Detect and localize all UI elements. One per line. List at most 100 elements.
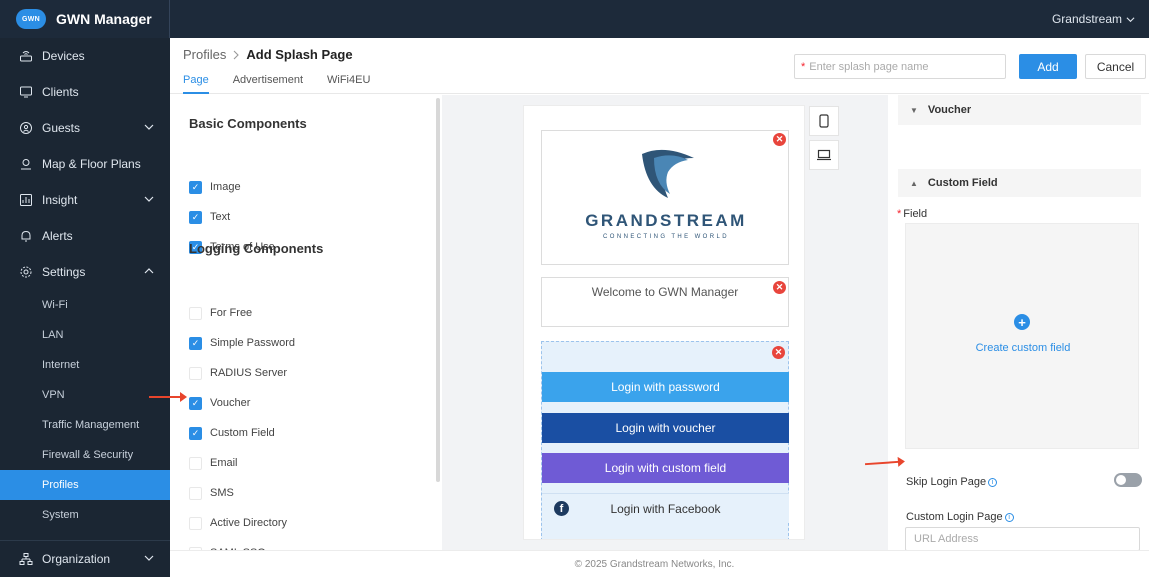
checkbox-label: SMS [210, 487, 234, 499]
sidebar-item-guests[interactable]: Guests [0, 110, 170, 146]
add-button[interactable]: Add [1019, 54, 1077, 79]
skip-login-label: Skip Login Page i [906, 476, 998, 488]
login-voucher-button[interactable]: Login with voucher [542, 413, 789, 443]
sidebar-item-insight[interactable]: Insight [0, 182, 170, 218]
checkbox-label: Email [210, 457, 238, 469]
toggle-knob [1116, 475, 1126, 485]
annotation-arrow [149, 392, 187, 402]
sidebar-sub-traffic[interactable]: Traffic Management [0, 410, 170, 440]
sidebar-sub-wifi[interactable]: Wi-Fi [0, 290, 170, 320]
checkbox-label: For Free [210, 307, 253, 319]
component-checkbox-email[interactable]: Email [189, 455, 238, 471]
sidebar-sub-system[interactable]: System [0, 500, 170, 530]
sidebar-sub-internet[interactable]: Internet [0, 350, 170, 380]
sidebar-sub-vpn[interactable]: VPN [0, 380, 170, 410]
plus-icon[interactable]: + [1014, 314, 1030, 330]
component-checkbox-simple-password[interactable]: ✓ Simple Password [189, 335, 295, 351]
checkbox-checked-icon[interactable]: ✓ [189, 180, 202, 194]
sidebar-sub-lan[interactable]: LAN [0, 320, 170, 350]
image-block[interactable]: ✕ GRANDSTREAM CONNECTING THE WORLD [541, 130, 789, 265]
checkbox-unchecked-icon[interactable] [189, 366, 202, 380]
preview-area: ✕ GRANDSTREAM CONNECTING THE WORLD Welco… [442, 95, 888, 550]
splash-name-field[interactable]: * [794, 54, 1006, 79]
login-facebook-button[interactable]: f Login with Facebook [542, 493, 789, 523]
chevron-down-icon [144, 555, 154, 561]
desktop-view-button[interactable] [809, 140, 839, 170]
logo-area[interactable]: GWN GWN Manager [0, 0, 170, 38]
tab-wifi4eu[interactable]: WiFi4EU [327, 74, 370, 94]
component-checkbox-text[interactable]: ✓ Text [189, 209, 230, 225]
login-custom-button[interactable]: Login with custom field [542, 453, 789, 483]
sidebar-item-clients[interactable]: Clients [0, 74, 170, 110]
page-tabs: Page Advertisement WiFi4EU [183, 74, 394, 94]
sidebar-item-devices[interactable]: Devices [0, 38, 170, 74]
chevron-down-icon [1126, 16, 1135, 22]
tab-advertisement[interactable]: Advertisement [233, 74, 303, 94]
router-icon [18, 48, 34, 64]
create-custom-field-link[interactable]: Create custom field [906, 342, 1140, 354]
remove-login-icon[interactable]: ✕ [772, 346, 785, 359]
sidebar-item-organization[interactable]: Organization [0, 541, 170, 577]
splash-name-input[interactable] [809, 60, 990, 73]
remove-image-icon[interactable]: ✕ [773, 133, 786, 146]
grandstream-logo-icon [642, 149, 694, 198]
voucher-section-title: Voucher [927, 104, 972, 116]
breadcrumb-parent[interactable]: Profiles [183, 47, 226, 62]
checkbox-unchecked-icon[interactable] [189, 516, 202, 530]
page-header: Profiles Add Splash Page Page Advertisem… [170, 38, 1149, 94]
checkbox-checked-icon[interactable]: ✓ [189, 426, 202, 440]
brand-tagline: CONNECTING THE WORLD [603, 234, 729, 240]
cancel-button[interactable]: Cancel [1085, 54, 1146, 79]
component-checkbox-custom-field[interactable]: ✓ Custom Field [189, 425, 275, 441]
sidebar-item-label: Guests [42, 121, 81, 135]
checkbox-unchecked-icon[interactable] [189, 306, 202, 320]
checkbox-unchecked-icon[interactable] [189, 456, 202, 470]
checkbox-label: Voucher [210, 397, 251, 409]
wifi-person-icon [18, 120, 34, 136]
brand-name: GRANDSTREAM [585, 211, 747, 230]
checkbox-checked-icon[interactable]: ✓ [189, 210, 202, 224]
checkbox-checked-icon[interactable]: ✓ [189, 396, 202, 410]
info-icon[interactable]: i [1004, 513, 1014, 522]
skip-login-toggle[interactable] [1114, 473, 1142, 487]
sidebar-sub-firewall[interactable]: Firewall & Security [0, 440, 170, 470]
sidebar-sub-profiles[interactable]: Profiles [0, 470, 170, 500]
checkbox-unchecked-icon[interactable] [189, 486, 202, 500]
required-marker: * [801, 60, 806, 73]
login-facebook-label: Login with Facebook [610, 501, 721, 516]
sidebar-item-settings[interactable]: Settings [0, 254, 170, 290]
custom-field-section-header[interactable]: ▲ Custom Field [898, 169, 1141, 197]
login-password-button[interactable]: Login with password [542, 372, 789, 402]
remove-text-icon[interactable]: ✕ [773, 281, 786, 294]
sidebar-item-alerts[interactable]: Alerts [0, 218, 170, 254]
custom-login-url-input[interactable] [905, 527, 1140, 550]
checkbox-label: Active Directory [210, 517, 288, 529]
map-pin-icon [18, 156, 34, 172]
voucher-section-header[interactable]: ▼ Voucher [898, 95, 1141, 125]
main-content: Profiles Add Splash Page Page Advertisem… [170, 38, 1149, 577]
component-checkbox-image[interactable]: ✓ Image [189, 179, 241, 195]
sidebar-item-map[interactable]: Map & Floor Plans [0, 146, 170, 182]
login-block[interactable]: ✕ Login with password Login with voucher… [541, 341, 789, 539]
sidebar-bottom: Organization [0, 540, 170, 577]
checkbox-checked-icon[interactable]: ✓ [189, 336, 202, 350]
component-checkbox-sms[interactable]: SMS [189, 485, 234, 501]
components-scrollbar[interactable] [436, 98, 440, 482]
custom-field-box[interactable]: + Create custom field [905, 223, 1139, 449]
text-block[interactable]: Welcome to GWN Manager ✕ [541, 277, 789, 327]
tab-page[interactable]: Page [183, 74, 209, 94]
account-menu[interactable]: Grandstream [1052, 12, 1135, 26]
component-checkbox-active-directory[interactable]: Active Directory [189, 515, 287, 531]
component-checkbox-radius-server[interactable]: RADIUS Server [189, 365, 287, 381]
chart-icon [18, 192, 34, 208]
org-icon [18, 551, 34, 567]
info-icon[interactable]: i [988, 478, 998, 487]
component-checkbox-for-free[interactable]: For Free [189, 305, 252, 321]
custom-login-label: Custom Login Page i [906, 511, 1014, 523]
sidebar-item-label: Insight [42, 193, 78, 207]
components-panel: Basic Components ✓ Image ✓ Text ✓ Terms of Us… [170, 95, 442, 550]
sidebar-item-label: Map & Floor Plans [42, 157, 141, 171]
component-checkbox-voucher[interactable]: ✓ Voucher [189, 395, 250, 411]
sidebar-item-label: Clients [42, 85, 79, 99]
mobile-view-button[interactable] [809, 106, 839, 136]
